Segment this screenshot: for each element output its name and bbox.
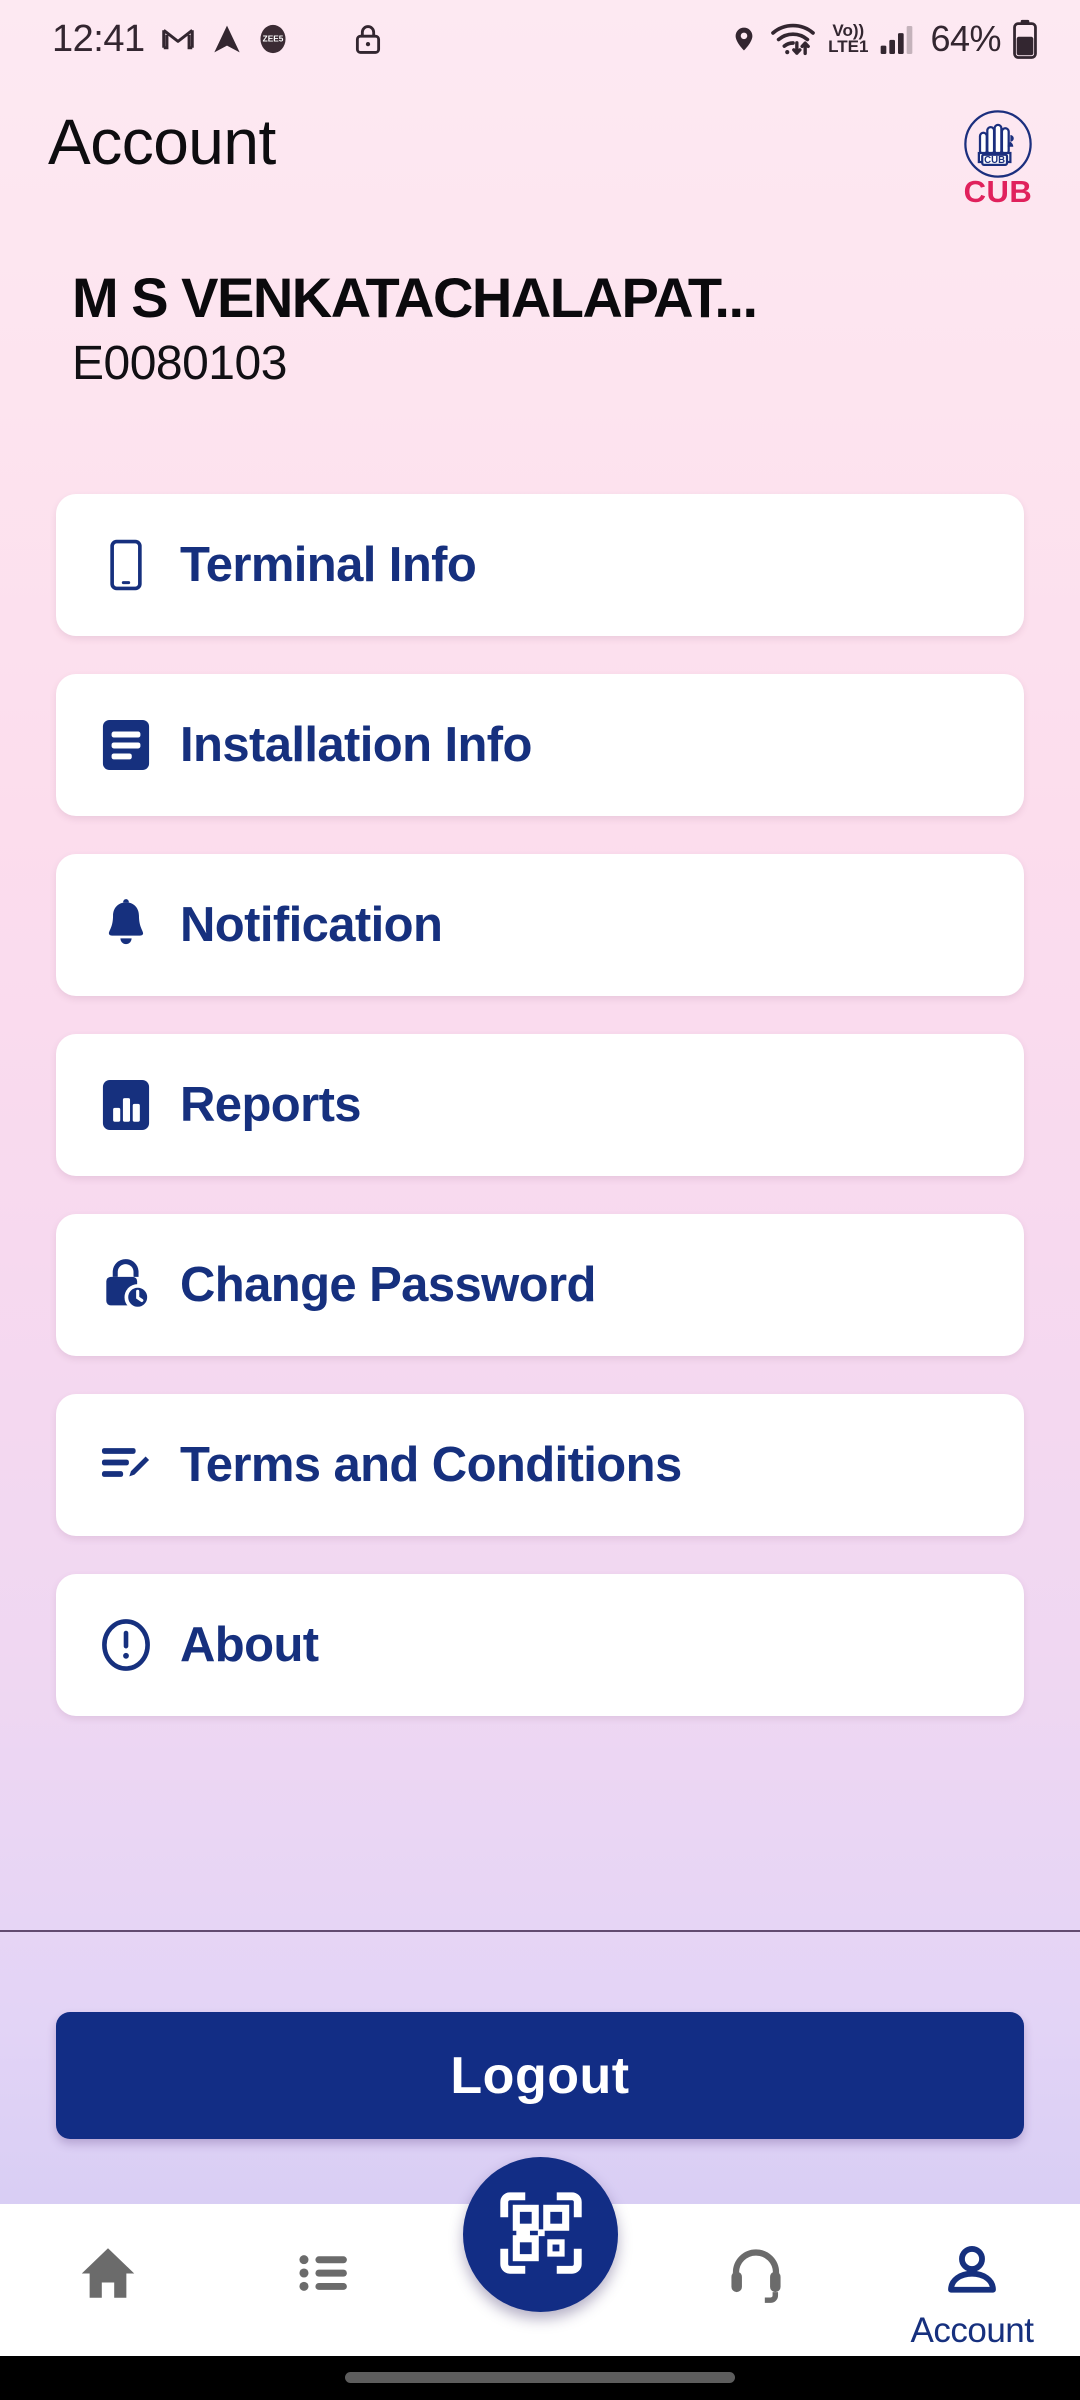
document-edit-icon: [98, 1437, 154, 1493]
nav-item-support[interactable]: [648, 2204, 864, 2356]
bell-icon: [98, 897, 154, 953]
menu-item-notification[interactable]: Notification: [56, 854, 1024, 996]
system-navigation-bar: [0, 2356, 1080, 2400]
headset-icon: [725, 2242, 787, 2309]
menu-item-installation-info[interactable]: Installation Info: [56, 674, 1024, 816]
menu-item-label: Change Password: [180, 1258, 596, 1312]
cub-brand-text: CUB: [963, 174, 1033, 209]
status-bar-right: Vo)) LTE1 64%: [730, 18, 1080, 60]
user-name: M S VENKATACHALAPAT...: [72, 266, 758, 329]
menu-item-label: Notification: [180, 898, 443, 952]
svg-text:CUB: CUB: [984, 155, 1005, 166]
phone-screen: 12:41 ZEE5 Vo)) LTE1 64% Account CUB CUB…: [0, 0, 1080, 2400]
svg-text:ZEE5: ZEE5: [262, 35, 283, 44]
nav-item-home[interactable]: [0, 2204, 216, 2356]
exclamation-circle-icon: [98, 1617, 154, 1673]
qr-scan-icon: [499, 2191, 583, 2278]
account-menu-list: Terminal Info Installation Info Notifica…: [56, 494, 1024, 1754]
logout-area: Logout: [0, 1932, 1080, 2157]
page-title: Account: [48, 106, 276, 178]
gmail-icon: [159, 20, 197, 58]
nav-item-account[interactable]: Account: [864, 2204, 1080, 2356]
cub-emblem-icon: CUB: [964, 110, 1032, 178]
volte-label-bottom: LTE1: [828, 37, 869, 56]
cub-brand-logo: CUB CUB: [944, 108, 1052, 216]
logout-button-label: Logout: [450, 2046, 630, 2105]
smartphone-icon: [98, 537, 154, 593]
menu-item-label: Terminal Info: [180, 538, 477, 592]
home-icon: [77, 2242, 139, 2309]
person-icon: [943, 2242, 1001, 2305]
app-header: Account CUB CUB: [0, 100, 1080, 230]
menu-item-label: Terms and Conditions: [180, 1438, 682, 1492]
status-time: 12:41: [52, 17, 145, 60]
status-bar-left: 12:41 ZEE5: [0, 18, 385, 61]
battery-percent-label: 64%: [930, 18, 1001, 59]
lock-clock-icon: [98, 1257, 154, 1313]
menu-item-label: Reports: [180, 1078, 362, 1132]
location-pin-icon: [730, 21, 758, 57]
status-bar: 12:41 ZEE5 Vo)) LTE1 64%: [0, 0, 1080, 78]
user-id: E0080103: [72, 337, 287, 390]
navigation-arrow-icon: [211, 21, 243, 57]
lock-icon: [351, 20, 385, 58]
list-icon: [293, 2242, 355, 2309]
nav-item-list[interactable]: [216, 2204, 432, 2356]
qr-scan-fab-button[interactable]: [463, 2157, 618, 2312]
document-lines-icon: [98, 717, 154, 773]
menu-item-label: About: [180, 1618, 319, 1672]
menu-item-change-password[interactable]: Change Password: [56, 1214, 1024, 1356]
battery-icon: [1012, 19, 1038, 59]
volte-icon: Vo)) LTE1: [828, 23, 869, 56]
zee5-icon: ZEE5: [257, 23, 289, 55]
nav-item-label: Account: [910, 2311, 1034, 2350]
cellular-signal-icon: [879, 22, 919, 56]
menu-item-reports[interactable]: Reports: [56, 1034, 1024, 1176]
user-info-block: M S VENKATACHALAPAT... E0080103: [72, 265, 1012, 391]
home-indicator[interactable]: [345, 2372, 735, 2383]
menu-item-terminal-info[interactable]: Terminal Info: [56, 494, 1024, 636]
wifi-icon: [769, 19, 817, 59]
logout-button[interactable]: Logout: [56, 2012, 1024, 2139]
bar-chart-icon: [98, 1077, 154, 1133]
menu-item-about[interactable]: About: [56, 1574, 1024, 1716]
menu-item-label: Installation Info: [180, 718, 532, 772]
menu-item-terms-and-conditions[interactable]: Terms and Conditions: [56, 1394, 1024, 1536]
